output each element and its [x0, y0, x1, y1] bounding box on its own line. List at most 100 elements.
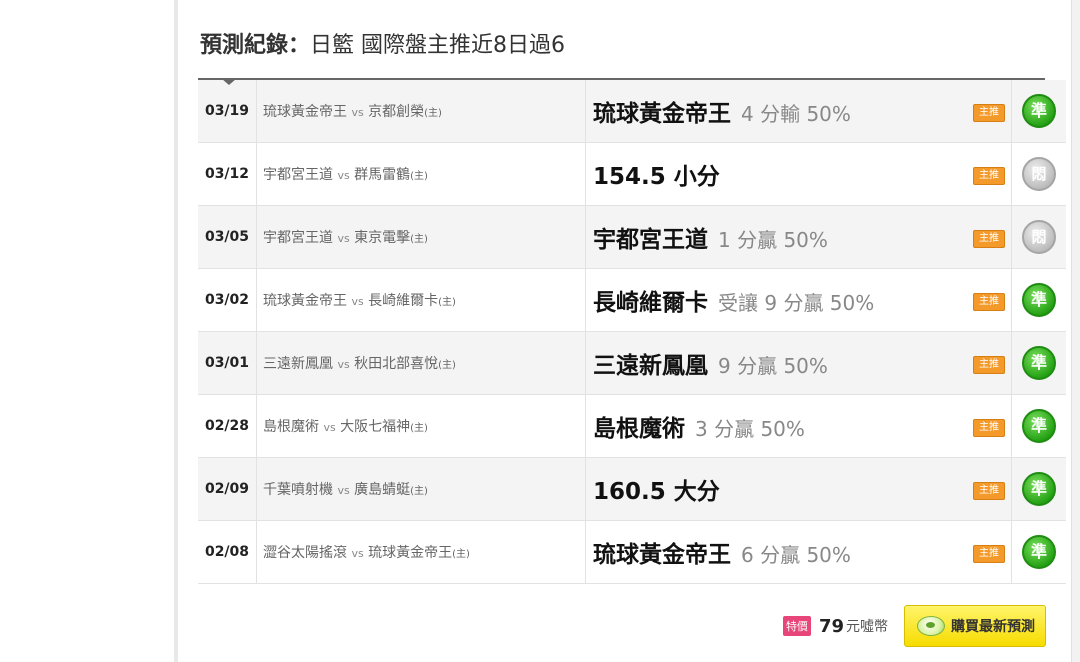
prediction-pick: 宇都宮王道	[593, 227, 708, 253]
record-date: 03/05	[198, 205, 257, 269]
prediction-detail: 9 分贏 50%	[718, 354, 828, 378]
record-result-cell: 準	[1011, 457, 1066, 521]
main-pick-tag: 主推	[973, 167, 1005, 185]
section-title: 預測紀錄：日籃 國際盤主推近8日過6	[200, 30, 565, 62]
record-tag-cell: 主推	[953, 142, 1012, 206]
prediction-pick: 琉球黃金帝王	[593, 101, 731, 127]
table-row[interactable]: 02/08 澀谷太陽搖滾 vs 琉球黃金帝王(主) 琉球黃金帝王 6 分贏 50% 主推…	[198, 520, 1066, 584]
prediction-pick: 琉球黃金帝王	[593, 542, 731, 568]
record-matchup: 琉球黃金帝王 vs 京都創榮(主)	[256, 80, 586, 143]
prediction-pick: 長崎維爾卡	[593, 290, 708, 316]
record-matchup: 宇都宮王道 vs 東京電擊(主)	[256, 205, 586, 269]
result-badge: 準	[1022, 346, 1056, 380]
special-price-tag: 特價	[782, 616, 811, 636]
prediction-pick: 島根魔術	[593, 416, 685, 442]
record-matchup: 琉球黃金帝王 vs 長崎維爾卡(主)	[256, 268, 586, 332]
record-tag-cell: 主推	[953, 520, 1012, 584]
record-date: 03/19	[198, 80, 257, 143]
record-prediction: 160.5 大分	[585, 457, 953, 521]
result-badge: 悶	[1022, 220, 1056, 254]
away-team: 三遠新鳳凰	[263, 356, 333, 372]
record-tag-cell: 主推	[953, 331, 1012, 395]
section-title-suffix: 日籃 國際盤主推近8日過6	[310, 33, 566, 58]
right-scroll-edge	[1071, 0, 1080, 662]
record-date: 02/08	[198, 520, 257, 584]
tab-pointer-arrow	[222, 79, 236, 85]
left-divider	[174, 0, 178, 662]
table-row[interactable]: 03/02 琉球黃金帝王 vs 長崎維爾卡(主) 長崎維爾卡 受讓 9 分贏 50% 主…	[198, 268, 1066, 332]
host-mark: (主)	[410, 423, 428, 434]
away-team: 千葉噴射機	[263, 482, 333, 498]
record-matchup: 澀谷太陽搖滾 vs 琉球黃金帝王(主)	[256, 520, 586, 584]
home-team: 琉球黃金帝王	[368, 545, 453, 561]
record-tag-cell: 主推	[953, 205, 1012, 269]
table-row[interactable]: 02/28 島根魔術 vs 大阪七福神(主) 島根魔術 3 分贏 50% 主推準	[198, 394, 1066, 458]
prediction-pick: 三遠新鳳凰	[593, 353, 708, 379]
vs-label: vs	[337, 232, 350, 245]
away-team: 宇都宮王道	[263, 167, 333, 183]
away-team: 島根魔術	[263, 419, 319, 435]
record-result-cell: 準	[1011, 520, 1066, 584]
record-date: 03/12	[198, 142, 257, 206]
host-mark: (主)	[424, 108, 442, 119]
prediction-pick: 160.5 大分	[593, 479, 720, 505]
prediction-pick: 154.5 小分	[593, 164, 720, 190]
record-result-cell: 悶	[1011, 142, 1066, 206]
record-prediction: 琉球黃金帝王 6 分贏 50%	[585, 520, 953, 584]
record-prediction: 島根魔術 3 分贏 50%	[585, 394, 953, 458]
vs-label: vs	[337, 169, 350, 182]
host-mark: (主)	[410, 486, 428, 497]
home-team: 群馬雷鶴	[354, 167, 411, 183]
prediction-detail: 6 分贏 50%	[741, 543, 851, 567]
main-pick-tag: 主推	[973, 356, 1005, 374]
price-unit: 元噓幣	[846, 619, 888, 635]
record-prediction: 長崎維爾卡 受讓 9 分贏 50%	[585, 268, 953, 332]
table-row[interactable]: 03/05 宇都宮王道 vs 東京電擊(主) 宇都宮王道 1 分贏 50% 主推悶	[198, 205, 1066, 269]
home-team: 廣島蜻蜓	[354, 482, 411, 498]
host-mark: (主)	[438, 360, 456, 371]
purchase-row: 特價 79 元噓幣 購買最新預測	[782, 604, 1046, 648]
coin-icon	[917, 616, 945, 636]
result-badge: 準	[1022, 535, 1056, 569]
record-tag-cell: 主推	[953, 268, 1012, 332]
records-table-wrapper: 03/19 琉球黃金帝王 vs 京都創榮(主) 琉球黃金帝王 4 分輸 50% 主推準 0…	[198, 78, 1066, 584]
record-result-cell: 準	[1011, 268, 1066, 332]
record-prediction: 琉球黃金帝王 4 分輸 50%	[585, 80, 953, 143]
records-table-body: 03/19 琉球黃金帝王 vs 京都創榮(主) 琉球黃金帝王 4 分輸 50% 主推準 0…	[198, 80, 1066, 584]
prediction-detail: 1 分贏 50%	[718, 228, 828, 252]
records-table: 03/19 琉球黃金帝王 vs 京都創榮(主) 琉球黃金帝王 4 分輸 50% 主推準 0…	[198, 80, 1066, 584]
main-pick-tag: 主推	[973, 230, 1005, 248]
vs-label: vs	[337, 484, 350, 497]
host-mark: (主)	[410, 234, 428, 245]
home-team: 大阪七福神	[340, 419, 411, 435]
record-matchup: 宇都宮王道 vs 群馬雷鶴(主)	[256, 142, 586, 206]
table-row[interactable]: 03/12 宇都宮王道 vs 群馬雷鶴(主) 154.5 小分 主推悶	[198, 142, 1066, 206]
record-tag-cell: 主推	[953, 80, 1012, 143]
record-date: 02/09	[198, 457, 257, 521]
record-result-cell: 準	[1011, 331, 1066, 395]
prediction-detail: 受讓 9 分贏 50%	[718, 291, 875, 315]
result-badge: 準	[1022, 472, 1056, 506]
prediction-detail: 3 分贏 50%	[695, 417, 805, 441]
buy-latest-prediction-button[interactable]: 購買最新預測	[904, 605, 1046, 647]
host-mark: (主)	[452, 549, 470, 560]
vs-label: vs	[351, 106, 364, 119]
host-mark: (主)	[410, 171, 428, 182]
result-badge: 準	[1022, 94, 1056, 128]
table-row[interactable]: 03/19 琉球黃金帝王 vs 京都創榮(主) 琉球黃金帝王 4 分輸 50% 主推準	[198, 80, 1066, 143]
buy-button-label: 購買最新預測	[951, 619, 1035, 635]
vs-label: vs	[351, 295, 364, 308]
table-row[interactable]: 03/01 三遠新鳳凰 vs 秋田北部喜悅(主) 三遠新鳳凰 9 分贏 50% 主推準	[198, 331, 1066, 395]
record-tag-cell: 主推	[953, 457, 1012, 521]
prediction-detail: 4 分輸 50%	[741, 102, 851, 126]
record-tag-cell: 主推	[953, 394, 1012, 458]
record-date: 02/28	[198, 394, 257, 458]
away-team: 宇都宮王道	[263, 230, 333, 246]
main-pick-tag: 主推	[973, 293, 1005, 311]
home-team: 秋田北部喜悅	[354, 356, 439, 372]
record-result-cell: 準	[1011, 80, 1066, 143]
away-team: 琉球黃金帝王	[263, 104, 347, 120]
main-pick-tag: 主推	[973, 482, 1005, 500]
table-row[interactable]: 02/09 千葉噴射機 vs 廣島蜻蜓(主) 160.5 大分 主推準	[198, 457, 1066, 521]
main-pick-tag: 主推	[973, 419, 1005, 437]
